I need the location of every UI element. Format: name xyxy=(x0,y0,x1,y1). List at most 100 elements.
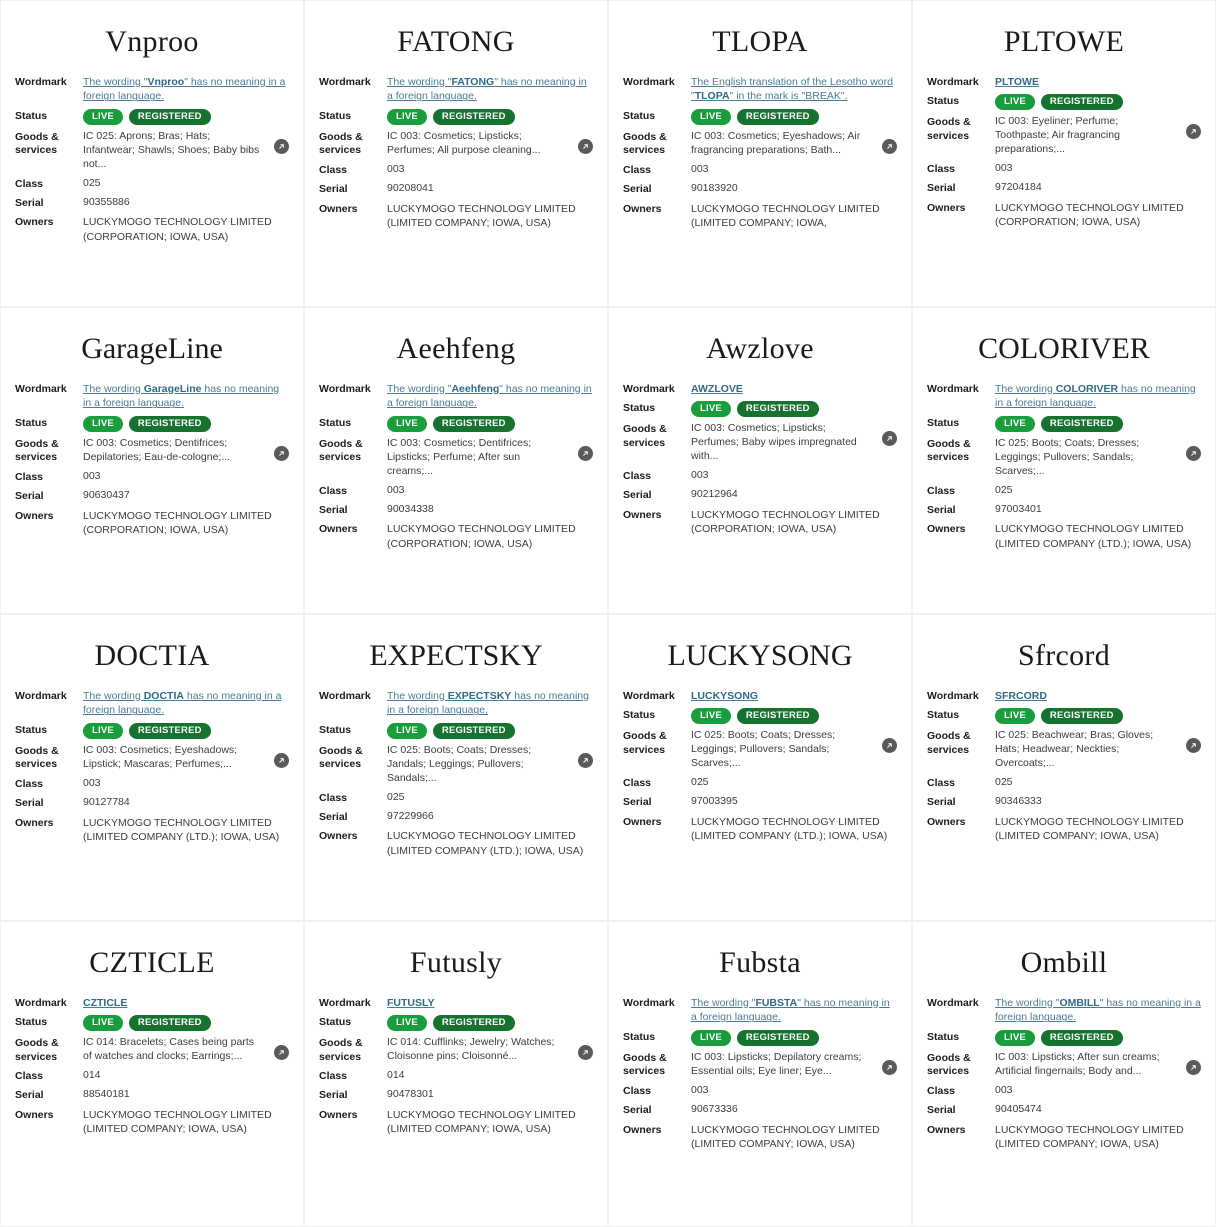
class-row: Class 025 xyxy=(927,776,1201,790)
status-badge-live: LIVE xyxy=(995,1030,1035,1047)
status-label: Status xyxy=(623,709,656,722)
wordmark-prefix: The wording " xyxy=(691,996,756,1009)
owners-value: LUCKYMOGO TECHNOLOGY LIMITED (LIMITED CO… xyxy=(83,816,280,843)
wordmark-row: Wordmark The wording "OMBILL" has no mean… xyxy=(927,996,1201,1026)
class-row: Class 003 xyxy=(623,1084,897,1098)
card-title: Vnproo xyxy=(105,25,199,58)
wordmark-link[interactable]: LUCKYSONG xyxy=(691,690,758,702)
goods-services-value: IC 003: Cosmetics; Dentifrices; Depilato… xyxy=(83,437,231,464)
status-badge-live: LIVE xyxy=(691,1030,731,1047)
wordmark-link[interactable]: CZTICLE xyxy=(83,997,127,1009)
status-row: Status LIVE REGISTERED xyxy=(15,109,289,126)
wordmark-label: Wordmark xyxy=(15,996,67,1009)
wordmark-link[interactable]: FUTUSLY xyxy=(387,997,434,1009)
owners-value: LUCKYMOGO TECHNOLOGY LIMITED (LIMITED CO… xyxy=(387,202,576,229)
status-badges: LIVE REGISTERED xyxy=(991,94,1123,111)
goods-services-value: IC 025: Beachwear; Bras; Gloves; Hats; H… xyxy=(995,729,1154,770)
class-row: Class 003 xyxy=(15,777,289,791)
status-row: Status LIVE REGISTERED xyxy=(623,401,897,418)
goods-services-row: Goods & services IC 003: Cosmetics; Eyesha… xyxy=(15,744,289,772)
owners-row: Owners LUCKYMOGO TECHNOLOGY LIMITED (CORP… xyxy=(15,509,289,537)
status-label: Status xyxy=(15,1016,48,1029)
wordmark-link[interactable]: The wording "FATONG" has no meaning in a… xyxy=(387,76,587,103)
status-badge-registered: REGISTERED xyxy=(1040,94,1123,111)
serial-row: Serial 90355886 xyxy=(15,196,289,210)
card-fields: Wordmark LUCKYSONG Status LIVE REGISTERED Goo… xyxy=(623,681,897,843)
serial-value: 90212964 xyxy=(691,488,738,501)
wordmark-suffix: " in the mark is "BREAK". xyxy=(729,90,848,103)
serial-label: Serial xyxy=(15,197,44,210)
goods-services-row: Goods & services IC 014: Cufflinks; Jewelr… xyxy=(319,1036,593,1064)
class-row: Class 003 xyxy=(927,162,1201,176)
serial-label: Serial xyxy=(623,1104,652,1117)
wordmark-link[interactable]: AWZLOVE xyxy=(691,383,743,395)
card-title: EXPECTSKY xyxy=(369,639,543,672)
wordmark-link[interactable]: The wording "Vnproo" has no meaning in a… xyxy=(83,76,285,103)
goods-services-label-line2: services xyxy=(623,436,666,449)
goods-services-value: IC 003: Cosmetics; Dentifrices; Lipstick… xyxy=(387,437,532,478)
wordmark-row: Wordmark AWZLOVE xyxy=(623,382,897,397)
status-badge-live: LIVE xyxy=(995,94,1035,111)
class-value: 025 xyxy=(83,177,101,190)
trademark-card: DOCTIA Wordmark The wording DOCTIA has no … xyxy=(0,614,304,921)
status-badges: LIVE REGISTERED xyxy=(383,416,515,433)
owners-value: LUCKYMOGO TECHNOLOGY LIMITED (LIMITED CO… xyxy=(995,815,1184,842)
wordmark-link[interactable]: The wording EXPECTSKY has no meaning in … xyxy=(387,690,589,717)
class-row: Class 014 xyxy=(319,1069,593,1083)
card-title: GarageLine xyxy=(81,332,223,365)
wordmark-link[interactable]: The wording COLORIVER has no meaning in … xyxy=(995,383,1196,410)
goods-services-label-line1: Goods & xyxy=(15,438,59,451)
goods-services-value: IC 025: Boots; Coats; Dresses; Leggings;… xyxy=(691,729,836,770)
goods-services-label-line1: Goods & xyxy=(927,116,971,129)
wordmark-label: Wordmark xyxy=(15,382,67,395)
serial-row: Serial 90208041 xyxy=(319,182,593,196)
goods-services-value: IC 003: Lipsticks; After sun creams; Art… xyxy=(995,1051,1160,1078)
card-title: Fubsta xyxy=(719,946,801,979)
wordmark-label: Wordmark xyxy=(927,689,979,702)
status-badge-live: LIVE xyxy=(691,401,731,418)
status-badges: LIVE REGISTERED xyxy=(79,416,211,433)
status-badge-live: LIVE xyxy=(83,109,123,126)
wordmark-row: Wordmark The wording "Vnproo" has no mean… xyxy=(15,75,289,105)
owners-label: Owners xyxy=(623,1123,662,1136)
wordmark-mark: FUBSTA xyxy=(755,996,798,1009)
status-badge-registered: REGISTERED xyxy=(432,1015,515,1032)
status-badge-registered: REGISTERED xyxy=(128,1015,211,1032)
goods-services-value: IC 003: Eyeliner; Perfume; Toothpaste; A… xyxy=(995,115,1120,156)
wordmark-link[interactable]: The wording "FUBSTA" has no meaning in a… xyxy=(691,997,890,1024)
wordmark-value: FUTUSLY xyxy=(383,996,593,1011)
wordmark-prefix: The wording " xyxy=(995,996,1060,1009)
serial-value: 90183920 xyxy=(691,182,738,195)
owners-row: Owners LUCKYMOGO TECHNOLOGY LIMITED (LIMI… xyxy=(623,202,897,230)
wordmark-link[interactable]: PLTOWE xyxy=(995,76,1039,88)
owners-row: Owners LUCKYMOGO TECHNOLOGY LIMITED (LIMI… xyxy=(15,1108,289,1136)
card-title: LUCKYSONG xyxy=(667,639,853,672)
wordmark-prefix: The wording xyxy=(387,689,448,702)
class-label: Class xyxy=(927,485,956,498)
goods-services-label: Goods & services xyxy=(15,437,79,464)
wordmark-link[interactable]: The wording "Aeehfeng" has no meaning in… xyxy=(387,383,592,410)
serial-row: Serial 90183920 xyxy=(623,182,897,196)
serial-row: Serial 88540181 xyxy=(15,1088,289,1102)
serial-label: Serial xyxy=(15,797,44,810)
goods-services-row: Goods & services IC 025: Aprons; Bras; Hat… xyxy=(15,130,289,172)
trademark-card: LUCKYSONG Wordmark LUCKYSONG Status LIVE REGI… xyxy=(608,614,912,921)
wordmark-link[interactable]: The English translation of the Lesotho w… xyxy=(691,76,893,103)
goods-services-label-line1: Goods & xyxy=(319,745,363,758)
wordmark-link[interactable]: The wording GarageLine has no meaning in… xyxy=(83,383,279,410)
owners-value: LUCKYMOGO TECHNOLOGY LIMITED (CORPORATIO… xyxy=(83,216,272,243)
serial-label: Serial xyxy=(319,811,348,824)
serial-value: 88540181 xyxy=(83,1088,130,1101)
serial-row: Serial 97204184 xyxy=(927,181,1201,195)
goods-services-label-line2: services xyxy=(319,758,362,771)
card-title: COLORIVER xyxy=(978,332,1150,365)
wordmark-link[interactable]: The wording "OMBILL" has no meaning in a… xyxy=(995,997,1201,1024)
trademark-card: CZTICLE Wordmark CZTICLE Status LIVE REGISTER… xyxy=(0,921,304,1227)
status-badges: LIVE REGISTERED xyxy=(383,723,515,740)
wordmark-link[interactable]: The wording DOCTIA has no meaning in a f… xyxy=(83,690,281,717)
serial-value: 90346333 xyxy=(995,795,1042,808)
owners-row: Owners LUCKYMOGO TECHNOLOGY LIMITED (LIMI… xyxy=(319,1108,593,1136)
goods-services-label-line1: Goods & xyxy=(319,1037,363,1050)
status-row: Status LIVE REGISTERED xyxy=(319,109,593,126)
wordmark-link[interactable]: SFRCORD xyxy=(995,690,1047,702)
